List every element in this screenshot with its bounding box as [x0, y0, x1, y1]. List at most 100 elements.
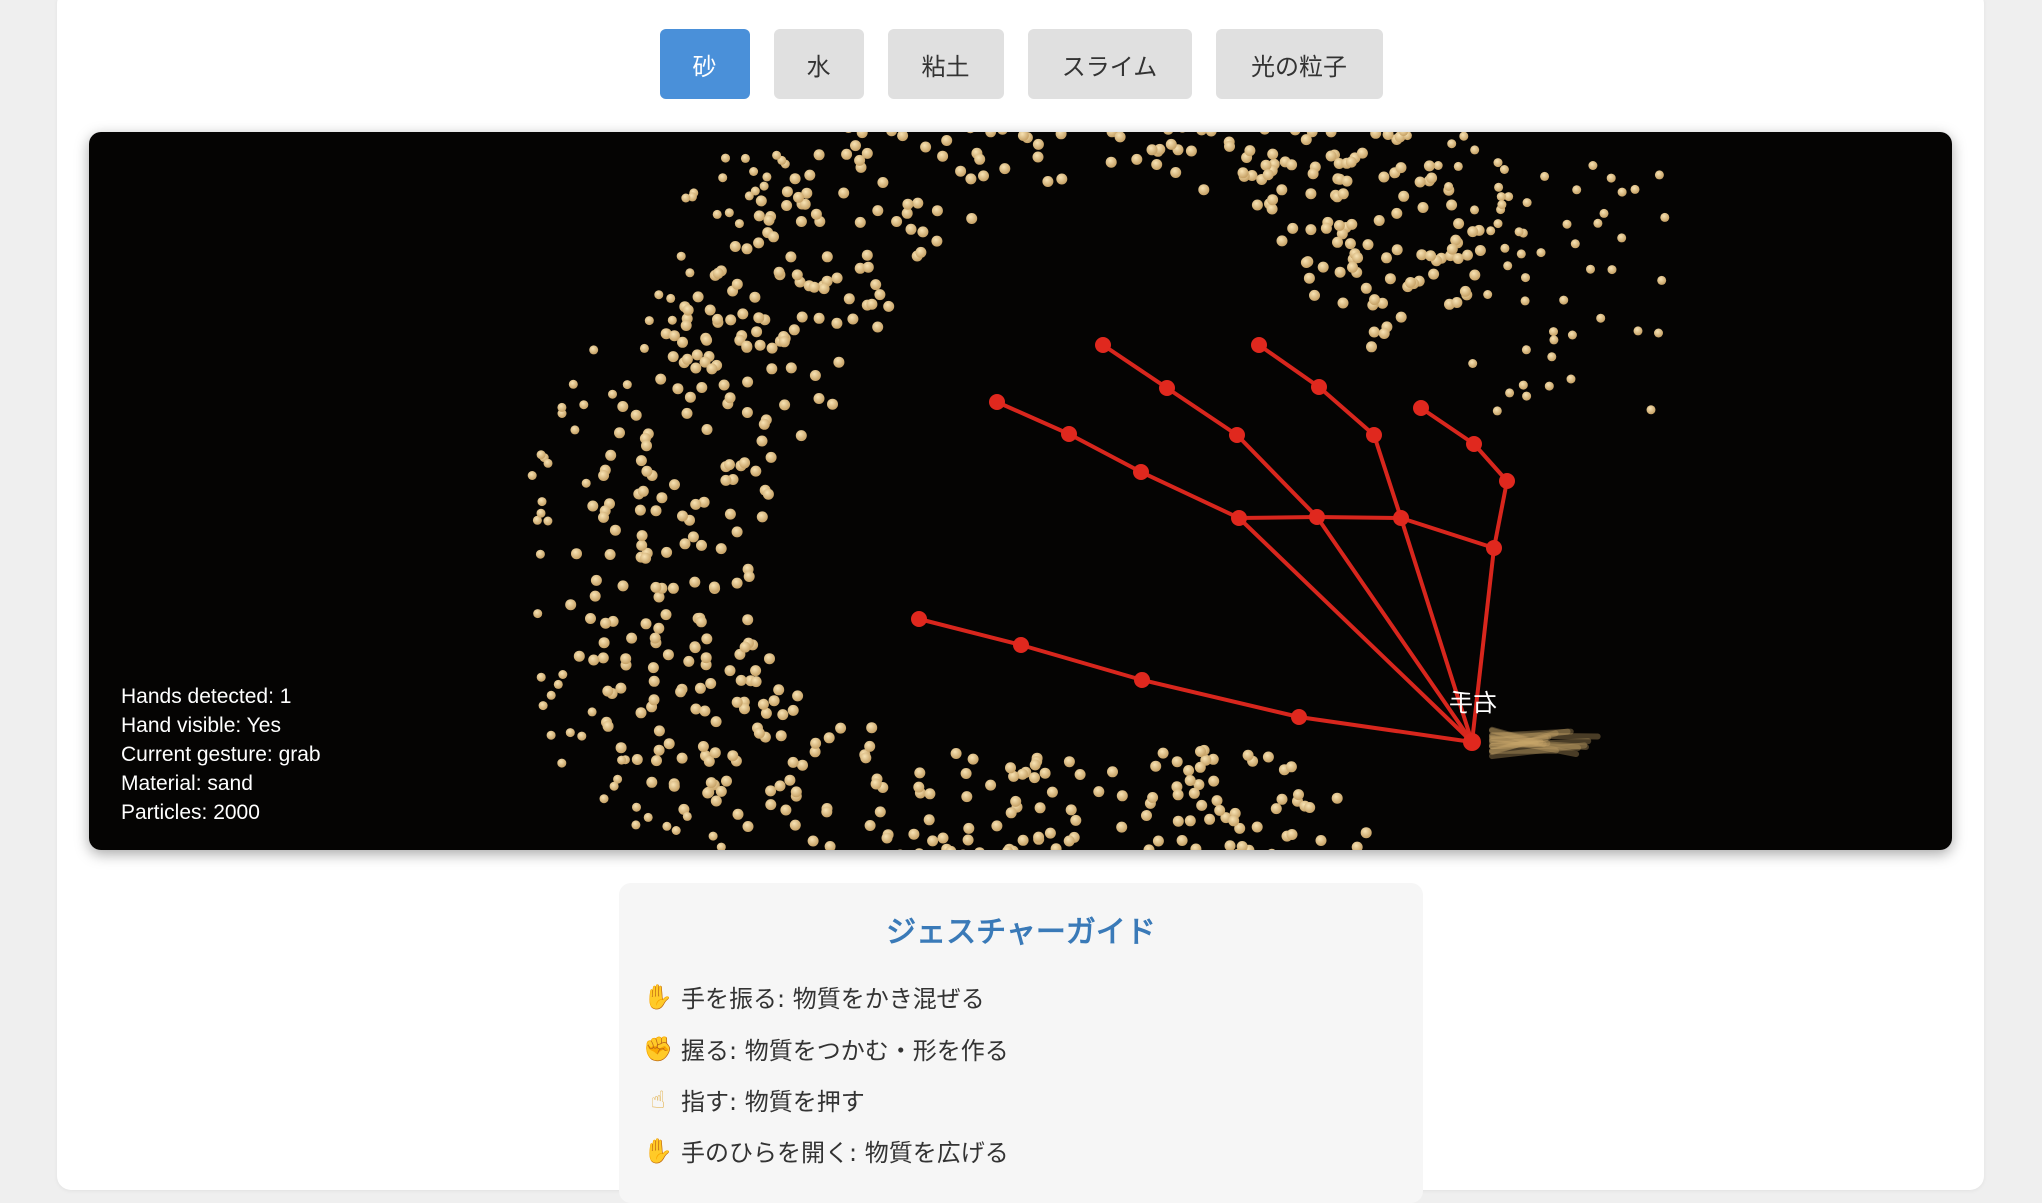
sand-particle [1238, 167, 1249, 178]
sand-particle [698, 741, 709, 752]
sand-particle [720, 475, 731, 486]
material-button-water[interactable]: 水 [774, 29, 864, 99]
hand-label: 右手 [1449, 683, 1497, 718]
sand-particle [682, 354, 693, 365]
sand-particle [924, 788, 935, 799]
sand-particle [797, 760, 808, 771]
sand-particle [1568, 331, 1577, 340]
sand-particle [1366, 341, 1377, 352]
sand-particle [1428, 269, 1439, 280]
sand-particle [1212, 795, 1223, 806]
sand-particle [769, 695, 780, 706]
material-button-slime[interactable]: スライム [1028, 29, 1192, 99]
sand-particle [997, 132, 1008, 135]
material-button-sand[interactable]: 砂 [660, 29, 750, 99]
sand-particle [1396, 312, 1407, 323]
sand-particle [1467, 226, 1478, 237]
sand-particle [1198, 184, 1209, 195]
sand-particle [640, 344, 649, 353]
sand-particle [877, 177, 888, 188]
material-button-light-particles[interactable]: 光の粒子 [1216, 29, 1383, 99]
sand-particle [538, 497, 547, 506]
sand-particle [1141, 810, 1152, 821]
sand-particle [1153, 836, 1164, 847]
hand-joint [1309, 509, 1325, 525]
sand-particle [632, 803, 641, 812]
hand-joint [1251, 337, 1267, 353]
sand-particle [636, 455, 647, 466]
sand-particle [1396, 162, 1407, 173]
sand-particle [1462, 250, 1473, 261]
sand-particle [742, 407, 753, 418]
sand-particle [626, 633, 637, 644]
sand-particle [1521, 296, 1530, 305]
sand-particle [654, 725, 665, 736]
sand-particle [1244, 145, 1255, 156]
sand-particle [598, 512, 609, 523]
sand-particle [1617, 233, 1626, 242]
sand-particle [765, 799, 776, 810]
sand-particle [631, 820, 640, 829]
sand-particle [764, 653, 775, 664]
sand-particle [1056, 132, 1067, 139]
sand-particle [724, 459, 735, 470]
hand-bone [1021, 645, 1142, 680]
sand-particle [1318, 262, 1329, 273]
sand-particle [719, 380, 730, 391]
sand-particle [963, 823, 974, 834]
sand-particle [753, 237, 764, 248]
sand-particle [751, 676, 762, 687]
sand-particle [1277, 235, 1288, 246]
sand-particle [617, 756, 626, 765]
sand-particle [1517, 249, 1526, 258]
sand-particle [736, 675, 747, 686]
sand-particle [1276, 184, 1287, 195]
sand-particle [938, 833, 949, 844]
sand-particle [1308, 168, 1319, 179]
sand-particle [1600, 209, 1609, 218]
sand-particle [1385, 273, 1396, 284]
sand-particle [1505, 388, 1514, 397]
sand-particle [908, 829, 919, 840]
sand-particle [755, 340, 766, 351]
gesture-guide-panel: ジェスチャーガイド ✋ 手を振る: 物質をかき混ぜる ✊ 握る: 物質をつかむ・… [619, 883, 1423, 1203]
sand-particle [1434, 161, 1443, 170]
sand-particle [941, 135, 952, 146]
sand-particle [1195, 746, 1206, 757]
sand-particle [587, 501, 598, 512]
sand-particle [648, 662, 659, 673]
sand-particle [764, 215, 775, 226]
sand-particle [649, 694, 660, 705]
sand-particle [610, 782, 619, 791]
sand-particle [1338, 298, 1349, 309]
sand-particle [655, 374, 666, 385]
simulation-canvas[interactable]: Hands detected: 1 Hand visible: Yes Curr… [89, 132, 1952, 850]
hand-joint [1229, 427, 1245, 443]
sand-particle [1391, 208, 1402, 219]
hand-bone [1103, 345, 1167, 388]
sand-particle [863, 262, 874, 273]
sand-particle [739, 457, 750, 468]
sand-particle [1335, 267, 1346, 278]
sand-particle [1267, 149, 1278, 160]
sand-particle [533, 609, 542, 618]
hand-bone [1421, 408, 1474, 444]
sand-particle [809, 282, 820, 293]
sand-particle [822, 251, 833, 262]
hands-detected-text: Hands detected: 1 [121, 682, 321, 711]
sand-particle [603, 721, 614, 732]
sand-particle [1252, 822, 1263, 833]
sand-particle [1286, 761, 1297, 772]
sand-particle [536, 550, 545, 559]
sand-particle [1540, 172, 1549, 181]
sand-particle [661, 547, 672, 558]
sand-particle [1444, 182, 1453, 191]
sand-particle [835, 723, 846, 734]
material-button-clay[interactable]: 粘土 [888, 29, 1004, 99]
sand-particle [672, 383, 683, 394]
sand-particle [1424, 160, 1435, 171]
sand-particle [554, 680, 563, 689]
sand-particle [725, 314, 736, 325]
sand-particle [690, 499, 701, 510]
sand-particle [782, 186, 793, 197]
